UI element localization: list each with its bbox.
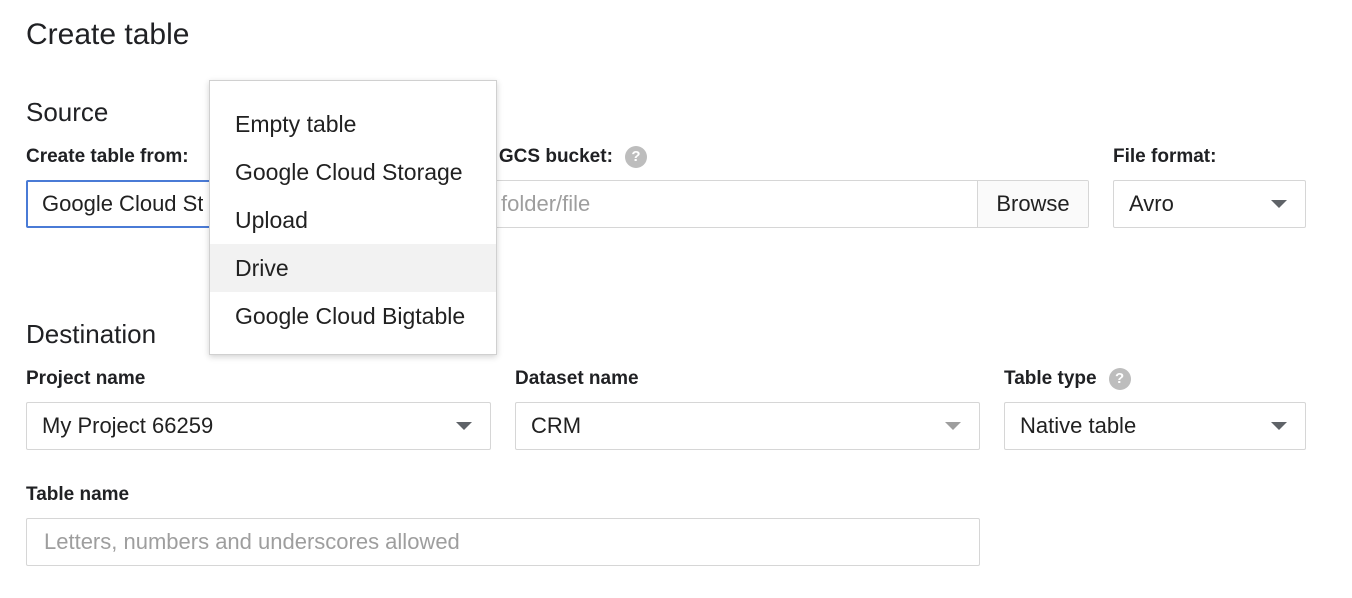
file-format-select[interactable]: Avro: [1113, 180, 1306, 228]
create-table-from-select[interactable]: Google Cloud St: [26, 180, 226, 228]
table-type-label: Table type ?: [1004, 367, 1131, 391]
project-name-value: My Project 66259: [42, 413, 214, 438]
dataset-name-label: Dataset name: [515, 368, 639, 389]
gcs-path-input[interactable]: [499, 190, 981, 218]
chevron-down-icon: [456, 422, 472, 430]
chevron-down-icon: [1271, 422, 1287, 430]
chevron-down-icon: [945, 422, 961, 430]
menu-item-empty-table[interactable]: Empty table: [210, 100, 496, 148]
source-section-title: Source: [26, 97, 109, 127]
create-table-from-value: Google Cloud St: [42, 191, 204, 216]
dataset-name-select[interactable]: CRM: [515, 402, 980, 450]
help-icon[interactable]: ?: [624, 146, 647, 168]
dataset-name-value: CRM: [531, 413, 582, 438]
gcs-bucket-label-text: n GCS bucket:: [482, 146, 613, 167]
project-name-label: Project name: [26, 368, 146, 389]
chevron-down-icon: [1271, 200, 1287, 208]
table-name-input[interactable]: [42, 528, 979, 556]
browse-button[interactable]: Browse: [977, 181, 1088, 227]
project-name-select[interactable]: My Project 66259: [26, 402, 491, 450]
table-type-select[interactable]: Native table: [1004, 402, 1306, 450]
file-format-label: File format:: [1113, 146, 1217, 167]
create-table-from-label: Create table from:: [26, 146, 189, 167]
table-type-value: Native table: [1020, 413, 1137, 438]
table-type-label-text: Table type: [1004, 368, 1097, 389]
menu-item-google-cloud-bigtable[interactable]: Google Cloud Bigtable: [210, 292, 496, 340]
create-table-from-menu: Empty table Google Cloud Storage Upload …: [209, 80, 497, 355]
menu-item-google-cloud-storage[interactable]: Google Cloud Storage: [210, 148, 496, 196]
gcs-bucket-label: n GCS bucket: ?: [482, 145, 647, 169]
help-icon[interactable]: ?: [1108, 368, 1131, 390]
table-name-field: [26, 518, 980, 566]
menu-item-upload[interactable]: Upload: [210, 196, 496, 244]
file-format-value: Avro: [1129, 191, 1174, 216]
gcs-path-field: Browse: [480, 180, 1089, 228]
table-name-label: Table name: [26, 484, 130, 505]
destination-section-title: Destination: [26, 319, 157, 349]
menu-item-drive[interactable]: Drive: [210, 244, 496, 292]
page-title: Create table: [26, 18, 190, 51]
